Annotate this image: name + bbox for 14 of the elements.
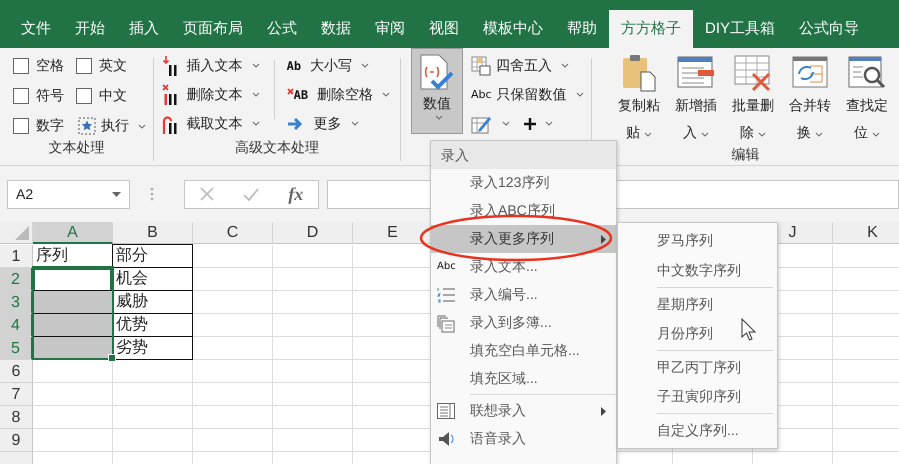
- checkbox-label: 符号: [36, 86, 64, 105]
- group-label: 高级文本处理: [234, 139, 320, 157]
- text-icon: Abc: [437, 261, 456, 272]
- group-label: 编辑: [730, 146, 760, 164]
- menu-header: 录入: [431, 141, 616, 169]
- checkbox-label: 英文: [99, 56, 127, 74]
- table-cell: 序列: [33, 245, 113, 268]
- text-case-icon: Ab: [286, 58, 302, 72]
- text-icon: Abc: [471, 88, 492, 101]
- checkbox-label: 中文: [99, 86, 127, 105]
- group-label: 文本处理: [47, 139, 106, 157]
- table-cell: 部分: [112, 244, 193, 268]
- checkbox-label: 数字: [36, 117, 64, 136]
- checkbox-label: 空格: [36, 56, 64, 74]
